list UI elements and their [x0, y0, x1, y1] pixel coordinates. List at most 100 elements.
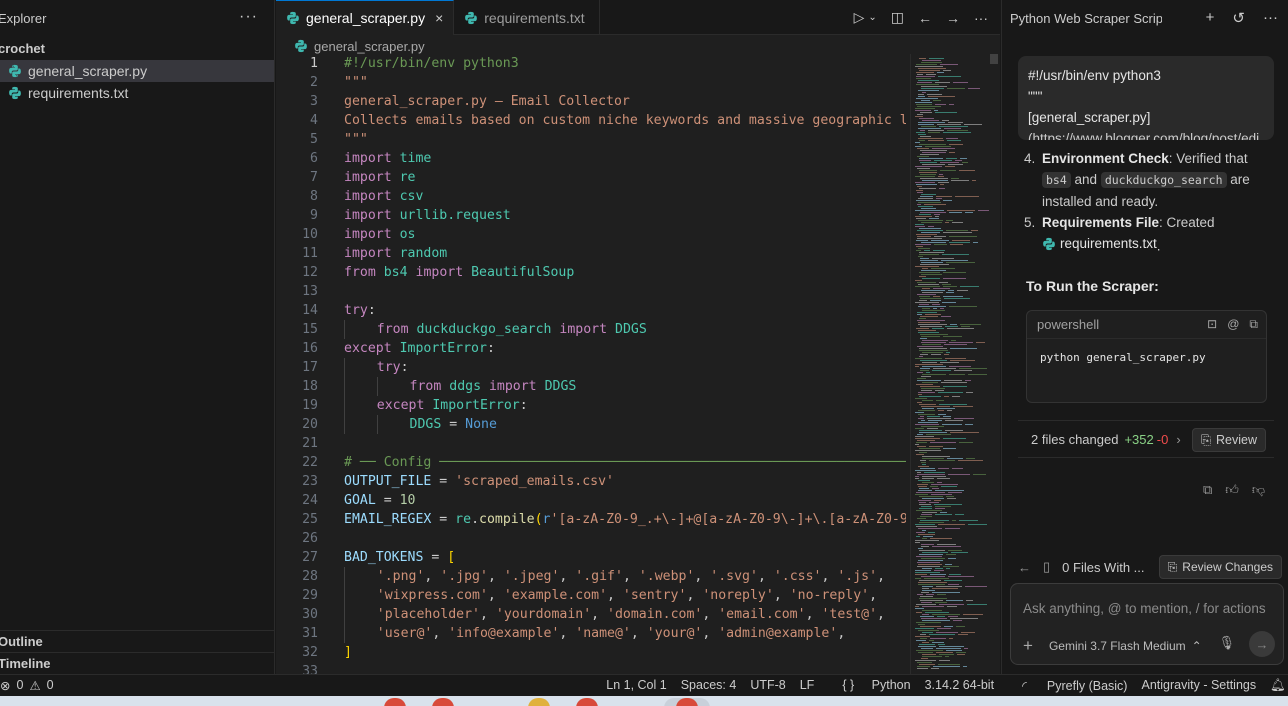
code-text: from ddgs import DDGS — [318, 377, 576, 396]
arrow-left-icon[interactable]: ← — [1018, 560, 1031, 575]
microphone-icon[interactable]: 🎙︎ — [1218, 635, 1235, 651]
braces-icon: { } — [842, 678, 855, 692]
taskbar-app-icon[interactable] — [576, 698, 598, 706]
code-line[interactable]: 29 'wixpress.com', 'example.com', 'sentr… — [276, 586, 906, 605]
code-text: except ImportError: — [318, 396, 528, 415]
add-context-icon[interactable]: + — [1023, 636, 1033, 656]
chevron-down-icon[interactable]: ⌄ — [868, 12, 876, 23]
code-line[interactable]: 2 """ — [276, 73, 906, 92]
code-line[interactable]: 14 try: — [276, 301, 906, 320]
line-ending[interactable]: LF — [800, 678, 815, 693]
chevron-up-icon[interactable]: ⌃ — [1192, 639, 1202, 653]
code-line[interactable]: 16 except ImportError: — [276, 339, 906, 358]
language-mode[interactable]: { } Python — [828, 678, 910, 693]
type-checker[interactable]: ◜ Pyrefly (Basic) — [1008, 678, 1127, 693]
encoding[interactable]: UTF-8 — [750, 678, 785, 693]
more-actions-icon[interactable]: ··· — [974, 10, 988, 26]
code-line[interactable]: 5 """ — [276, 130, 906, 149]
file-item-requirements[interactable]: requirements.txt — [0, 82, 274, 104]
model-selector[interactable]: Gemini 3.7 Flash Medium — [1049, 639, 1186, 653]
insert-icon[interactable]: ⊡ — [1207, 317, 1217, 332]
code-chip: bs4 — [1042, 172, 1071, 188]
code-line[interactable]: 31 'user@', 'info@example', 'name@', 'yo… — [276, 624, 906, 643]
file-link[interactable]: requirements.txt — [1042, 233, 1157, 254]
taskbar-app-icon[interactable] — [384, 698, 406, 706]
user-message[interactable]: #!/usr/bin/env python3 """ [general_scra… — [1018, 56, 1274, 140]
close-icon[interactable]: × — [435, 10, 443, 26]
review-label: Review — [1216, 433, 1257, 447]
thumbs-up-icon[interactable]: 👍︎ — [1225, 482, 1239, 498]
code-line[interactable]: 12 from bs4 import BeautifulSoup — [276, 263, 906, 282]
line-number: 25 — [302, 512, 318, 527]
code-line[interactable]: 27 BAD_TOKENS = [ — [276, 548, 906, 567]
code-line[interactable]: 32] — [276, 643, 906, 662]
tab-general-scraper[interactable]: general_scraper.py × — [276, 0, 455, 35]
step-number: 4. — [1024, 151, 1036, 166]
code-line[interactable]: 11 import random — [276, 244, 906, 263]
timeline-section[interactable]: Timeline — [0, 652, 275, 674]
indentation[interactable]: Spaces: 4 — [681, 678, 737, 693]
more-actions-icon[interactable]: ··· — [1263, 9, 1278, 27]
code-line[interactable]: 23 OUTPUT_FILE = 'scraped_emails.csv' — [276, 472, 906, 491]
send-icon[interactable]: → — [1249, 631, 1275, 657]
notifications-icon[interactable]: 🔔︎ — [1270, 678, 1286, 693]
code-line[interactable]: 4 Collects emails based on custom niche k… — [276, 111, 906, 130]
new-chat-icon[interactable]: + — [1206, 9, 1215, 27]
chevron-right-icon[interactable]: › — [1176, 432, 1180, 447]
code-line[interactable]: 22 # ── Config ──────────────────────────… — [276, 453, 906, 472]
split-editor-icon[interactable]: ◫ — [891, 9, 904, 26]
code-line[interactable]: 3 general_scraper.py — Email Collector — [276, 92, 906, 111]
code-line[interactable]: 25 EMAIL_REGEX = re.compile(r'[a-zA-Z0-9_… — [276, 510, 906, 529]
cursor-position[interactable]: Ln 1, Col 1 — [606, 678, 666, 693]
code-line[interactable]: 21 — [276, 434, 906, 453]
code-line[interactable]: 20 DDGS = None — [276, 415, 906, 434]
file-item-general-scraper[interactable]: general_scraper.py — [0, 60, 274, 82]
run-icon[interactable]: ▷ — [854, 9, 865, 26]
tab-requirements[interactable]: requirements.txt — [454, 0, 601, 35]
code-line[interactable]: 33 — [276, 662, 906, 674]
line-number: 23 — [302, 474, 318, 489]
code-line[interactable]: 28 '.png', '.jpg', '.jpeg', '.gif', '.we… — [276, 567, 906, 586]
taskbar-app-icon[interactable] — [528, 698, 550, 706]
arrow-right-icon[interactable]: → — [946, 10, 960, 26]
line-number: 19 — [302, 398, 318, 413]
code-line[interactable]: 30 'placeholder', 'yourdomain', 'domain.… — [276, 605, 906, 624]
code-line[interactable]: 17 try: — [276, 358, 906, 377]
code-line[interactable]: 15 from duckduckgo_search import DDGS — [276, 320, 906, 339]
code-line[interactable]: 7 import re — [276, 168, 906, 187]
code-line[interactable]: 10 import os — [276, 225, 906, 244]
code-line[interactable]: 1 #!/usr/bin/env python3 — [276, 54, 906, 73]
code-line[interactable]: 6 import time — [276, 149, 906, 168]
code-line[interactable]: 26 — [276, 529, 906, 548]
history-icon[interactable]: ↺ — [1232, 9, 1245, 27]
review-button[interactable]: ⎘ Review — [1191, 428, 1266, 452]
settings-link[interactable]: Antigravity - Settings — [1141, 678, 1256, 693]
mention-icon[interactable]: @ — [1227, 317, 1239, 332]
interpreter-version[interactable]: 3.14.2 64-bit — [925, 678, 995, 693]
files-changed-bar[interactable]: 2 files changed +352 -0 › ⎘ Review — [1018, 420, 1274, 458]
line-number: 16 — [302, 341, 318, 356]
scrollbar-thumb[interactable] — [990, 54, 998, 64]
code-command[interactable]: python general_scraper.py — [1027, 339, 1266, 376]
outline-section[interactable]: Outline — [0, 630, 275, 652]
code-line[interactable]: 13 — [276, 282, 906, 301]
code-editor[interactable]: 1 #!/usr/bin/env python3 2 """ 3 general_scra… — [276, 54, 906, 674]
more-actions-icon[interactable]: ··· — [239, 8, 258, 26]
minimap[interactable] — [910, 54, 990, 674]
review-icon: ⎘ — [1167, 559, 1178, 574]
taskbar-app-icon[interactable] — [432, 698, 454, 706]
review-changes-button[interactable]: ⎘ Review Changes — [1158, 555, 1282, 579]
copy-icon[interactable]: ⧉ — [1203, 482, 1212, 498]
code-line[interactable]: 24 GOAL = 10 — [276, 491, 906, 510]
thumbs-down-icon[interactable]: 👎︎ — [1252, 482, 1265, 498]
problems-indicator[interactable]: ⊗ 0 ⚠ 0 — [0, 678, 54, 693]
code-line[interactable]: 19 except ImportError: — [276, 396, 906, 415]
code-line[interactable]: 18 from ddgs import DDGS — [276, 377, 906, 396]
arrow-left-icon[interactable]: ← — [918, 10, 932, 26]
code-line[interactable]: 8 import csv — [276, 187, 906, 206]
copy-icon[interactable]: ⧉ — [1249, 317, 1258, 332]
chat-input[interactable]: Ask anything, @ to mention, / for action… — [1010, 583, 1284, 665]
folder-crochet[interactable]: crochet — [0, 38, 274, 60]
files-with-changes[interactable]: 0 Files With ... — [1062, 560, 1144, 575]
code-line[interactable]: 9 import urllib.request — [276, 206, 906, 225]
